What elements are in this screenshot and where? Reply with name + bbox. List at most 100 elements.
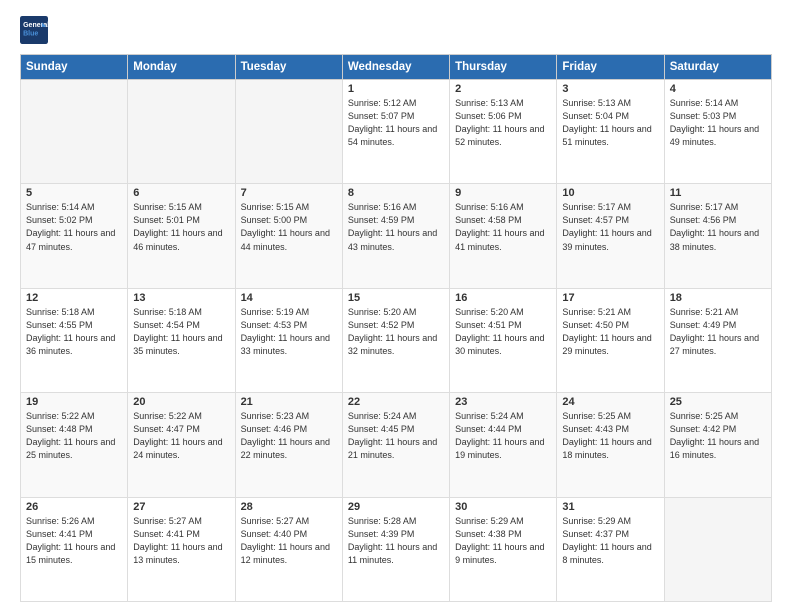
calendar-cell: 30 Sunrise: 5:29 AM Sunset: 4:38 PM Dayl… [450, 497, 557, 601]
calendar-cell: 23 Sunrise: 5:24 AM Sunset: 4:44 PM Dayl… [450, 393, 557, 497]
weekday-header: Thursday [450, 55, 557, 80]
sunset-text: Sunset: 4:52 PM [348, 320, 415, 330]
day-number: 31 [562, 501, 658, 513]
weekday-header: Tuesday [235, 55, 342, 80]
day-number: 20 [133, 396, 229, 408]
calendar-cell [664, 497, 771, 601]
daylight-text: Daylight: 11 hours and 41 minutes. [455, 228, 544, 251]
day-info: Sunrise: 5:15 AM Sunset: 5:01 PM Dayligh… [133, 201, 229, 253]
day-info: Sunrise: 5:29 AM Sunset: 4:38 PM Dayligh… [455, 515, 551, 567]
daylight-text: Daylight: 11 hours and 29 minutes. [562, 333, 651, 356]
sunset-text: Sunset: 4:43 PM [562, 424, 629, 434]
sunrise-text: Sunrise: 5:20 AM [348, 307, 417, 317]
daylight-text: Daylight: 11 hours and 16 minutes. [670, 437, 759, 460]
daylight-text: Daylight: 11 hours and 11 minutes. [348, 542, 437, 565]
sunrise-text: Sunrise: 5:24 AM [455, 411, 524, 421]
day-info: Sunrise: 5:16 AM Sunset: 4:58 PM Dayligh… [455, 201, 551, 253]
day-number: 10 [562, 187, 658, 199]
day-info: Sunrise: 5:16 AM Sunset: 4:59 PM Dayligh… [348, 201, 444, 253]
sunrise-text: Sunrise: 5:23 AM [241, 411, 310, 421]
sunrise-text: Sunrise: 5:15 AM [133, 202, 202, 212]
daylight-text: Daylight: 11 hours and 35 minutes. [133, 333, 222, 356]
calendar-week-row: 1 Sunrise: 5:12 AM Sunset: 5:07 PM Dayli… [21, 80, 772, 184]
day-number: 26 [26, 501, 122, 513]
sunrise-text: Sunrise: 5:28 AM [348, 516, 417, 526]
day-number: 28 [241, 501, 337, 513]
sunset-text: Sunset: 4:41 PM [133, 529, 200, 539]
weekday-header: Saturday [664, 55, 771, 80]
calendar-cell: 26 Sunrise: 5:26 AM Sunset: 4:41 PM Dayl… [21, 497, 128, 601]
day-info: Sunrise: 5:22 AM Sunset: 4:47 PM Dayligh… [133, 410, 229, 462]
sunrise-text: Sunrise: 5:20 AM [455, 307, 524, 317]
calendar-cell [235, 80, 342, 184]
calendar-table: SundayMondayTuesdayWednesdayThursdayFrid… [20, 54, 772, 602]
calendar-week-row: 19 Sunrise: 5:22 AM Sunset: 4:48 PM Dayl… [21, 393, 772, 497]
daylight-text: Daylight: 11 hours and 25 minutes. [26, 437, 115, 460]
sunset-text: Sunset: 5:06 PM [455, 111, 522, 121]
day-number: 6 [133, 187, 229, 199]
daylight-text: Daylight: 11 hours and 33 minutes. [241, 333, 330, 356]
sunset-text: Sunset: 4:51 PM [455, 320, 522, 330]
day-number: 18 [670, 292, 766, 304]
day-info: Sunrise: 5:13 AM Sunset: 5:06 PM Dayligh… [455, 97, 551, 149]
sunset-text: Sunset: 4:46 PM [241, 424, 308, 434]
calendar-cell [21, 80, 128, 184]
daylight-text: Daylight: 11 hours and 22 minutes. [241, 437, 330, 460]
calendar-cell: 1 Sunrise: 5:12 AM Sunset: 5:07 PM Dayli… [342, 80, 449, 184]
calendar-cell: 5 Sunrise: 5:14 AM Sunset: 5:02 PM Dayli… [21, 184, 128, 288]
sunset-text: Sunset: 5:03 PM [670, 111, 737, 121]
sunset-text: Sunset: 4:53 PM [241, 320, 308, 330]
daylight-text: Daylight: 11 hours and 46 minutes. [133, 228, 222, 251]
sunrise-text: Sunrise: 5:13 AM [455, 98, 524, 108]
sunrise-text: Sunrise: 5:15 AM [241, 202, 310, 212]
sunrise-text: Sunrise: 5:22 AM [133, 411, 202, 421]
day-number: 11 [670, 187, 766, 199]
calendar-cell: 18 Sunrise: 5:21 AM Sunset: 4:49 PM Dayl… [664, 288, 771, 392]
sunset-text: Sunset: 4:48 PM [26, 424, 93, 434]
sunrise-text: Sunrise: 5:29 AM [455, 516, 524, 526]
day-info: Sunrise: 5:25 AM Sunset: 4:43 PM Dayligh… [562, 410, 658, 462]
calendar-cell: 15 Sunrise: 5:20 AM Sunset: 4:52 PM Dayl… [342, 288, 449, 392]
calendar-cell [128, 80, 235, 184]
day-info: Sunrise: 5:21 AM Sunset: 4:50 PM Dayligh… [562, 306, 658, 358]
sunrise-text: Sunrise: 5:21 AM [562, 307, 631, 317]
daylight-text: Daylight: 11 hours and 43 minutes. [348, 228, 437, 251]
sunrise-text: Sunrise: 5:18 AM [26, 307, 95, 317]
daylight-text: Daylight: 11 hours and 12 minutes. [241, 542, 330, 565]
sunrise-text: Sunrise: 5:12 AM [348, 98, 417, 108]
sunset-text: Sunset: 4:47 PM [133, 424, 200, 434]
sunrise-text: Sunrise: 5:29 AM [562, 516, 631, 526]
daylight-text: Daylight: 11 hours and 18 minutes. [562, 437, 651, 460]
sunset-text: Sunset: 4:58 PM [455, 215, 522, 225]
calendar-cell: 25 Sunrise: 5:25 AM Sunset: 4:42 PM Dayl… [664, 393, 771, 497]
daylight-text: Daylight: 11 hours and 39 minutes. [562, 228, 651, 251]
calendar-cell: 17 Sunrise: 5:21 AM Sunset: 4:50 PM Dayl… [557, 288, 664, 392]
sunset-text: Sunset: 4:57 PM [562, 215, 629, 225]
day-info: Sunrise: 5:14 AM Sunset: 5:02 PM Dayligh… [26, 201, 122, 253]
calendar-cell: 13 Sunrise: 5:18 AM Sunset: 4:54 PM Dayl… [128, 288, 235, 392]
day-number: 21 [241, 396, 337, 408]
calendar-cell: 7 Sunrise: 5:15 AM Sunset: 5:00 PM Dayli… [235, 184, 342, 288]
calendar-cell: 3 Sunrise: 5:13 AM Sunset: 5:04 PM Dayli… [557, 80, 664, 184]
daylight-text: Daylight: 11 hours and 32 minutes. [348, 333, 437, 356]
day-number: 29 [348, 501, 444, 513]
weekday-header: Monday [128, 55, 235, 80]
day-info: Sunrise: 5:23 AM Sunset: 4:46 PM Dayligh… [241, 410, 337, 462]
day-number: 22 [348, 396, 444, 408]
day-info: Sunrise: 5:29 AM Sunset: 4:37 PM Dayligh… [562, 515, 658, 567]
day-info: Sunrise: 5:17 AM Sunset: 4:56 PM Dayligh… [670, 201, 766, 253]
day-number: 25 [670, 396, 766, 408]
day-number: 16 [455, 292, 551, 304]
day-info: Sunrise: 5:13 AM Sunset: 5:04 PM Dayligh… [562, 97, 658, 149]
sunset-text: Sunset: 4:50 PM [562, 320, 629, 330]
sunrise-text: Sunrise: 5:17 AM [562, 202, 631, 212]
day-info: Sunrise: 5:17 AM Sunset: 4:57 PM Dayligh… [562, 201, 658, 253]
day-number: 23 [455, 396, 551, 408]
day-number: 3 [562, 83, 658, 95]
sunset-text: Sunset: 4:42 PM [670, 424, 737, 434]
sunrise-text: Sunrise: 5:16 AM [348, 202, 417, 212]
daylight-text: Daylight: 11 hours and 24 minutes. [133, 437, 222, 460]
sunset-text: Sunset: 4:54 PM [133, 320, 200, 330]
day-number: 13 [133, 292, 229, 304]
calendar-cell: 8 Sunrise: 5:16 AM Sunset: 4:59 PM Dayli… [342, 184, 449, 288]
